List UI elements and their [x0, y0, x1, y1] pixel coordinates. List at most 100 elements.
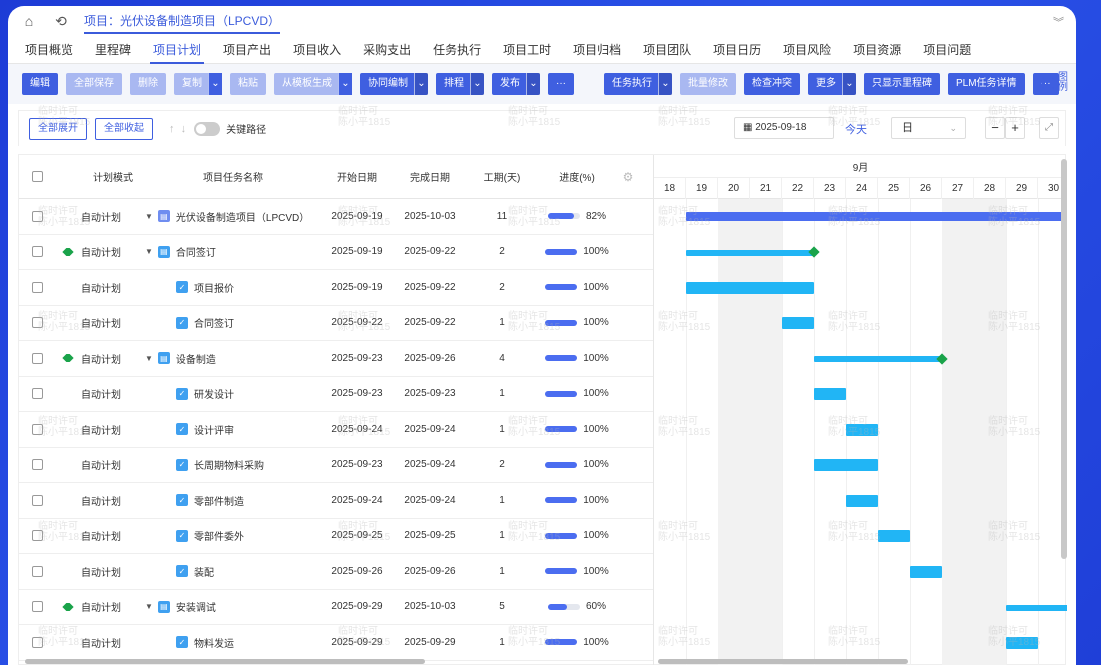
check-conflict-button[interactable]: 检查冲突	[744, 73, 800, 95]
task-exec-button[interactable]: 任务执行 ⌄	[604, 73, 672, 95]
col-header-duration[interactable]: 工期(天)	[467, 155, 537, 198]
table-row[interactable]: 自动计划 ✓ 长周期物料采购 2025-09-23 2025-09-24 2 100%	[19, 448, 653, 483]
expand-all-button[interactable]: 全部展开	[29, 117, 87, 140]
table-row[interactable]: 自动计划 ▼ ▤ 合同签订 2025-09-19 2025-09-22 2 100%	[19, 235, 653, 270]
tab-7[interactable]: 项目工时	[492, 36, 562, 64]
row-checkbox[interactable]	[19, 565, 55, 577]
col-header-progress[interactable]: 进度(%)	[537, 155, 617, 198]
select-all-checkbox[interactable]	[19, 155, 55, 198]
chevron-down-icon[interactable]: ⌄	[658, 73, 672, 95]
table-row[interactable]: 自动计划 ▼ ▤ 设备制造 2025-09-23 2025-09-26 4 100%	[19, 341, 653, 377]
task-name-cell[interactable]: ✓ 零部件制造	[145, 493, 321, 508]
task-name-cell[interactable]: ✓ 物料发运	[145, 635, 321, 650]
chevron-down-icon[interactable]: ⌄	[842, 73, 856, 95]
task-name-cell[interactable]: ✓ 研发设计	[145, 386, 321, 401]
table-row[interactable]: 自动计划 ✓ 装配 2025-09-26 2025-09-26 1 100%	[19, 554, 653, 590]
task-name-cell[interactable]: ▼ ▤ 光伏设备制造项目（LPCVD）	[145, 209, 321, 224]
table-row[interactable]: 自动计划 ✓ 零部件委外 2025-09-25 2025-09-25 1 100%	[19, 519, 653, 554]
zoom-in-button[interactable]: +	[1005, 117, 1025, 139]
schedule-button[interactable]: 排程 ⌄	[436, 73, 484, 95]
gantt-bar[interactable]	[814, 356, 942, 363]
tab-11[interactable]: 项目风险	[772, 36, 842, 64]
row-checkbox[interactable]	[19, 210, 55, 222]
task-name-cell[interactable]: ✓ 零部件委外	[145, 528, 321, 543]
row-checkbox[interactable]	[19, 388, 55, 400]
legend-button[interactable]: 图例	[1042, 73, 1068, 93]
table-row[interactable]: 自动计划 ✓ 物料发运 2025-09-29 2025-09-29 1 100%	[19, 625, 653, 661]
chevron-down-icon[interactable]: ⌄	[414, 73, 428, 95]
move-up-down-icon[interactable]: ↑ ↓	[169, 123, 186, 135]
col-header-start[interactable]: 开始日期	[321, 155, 393, 198]
row-checkbox[interactable]	[19, 530, 55, 542]
only-milestone-button[interactable]: 只显示里程碑	[864, 73, 940, 95]
tab-8[interactable]: 项目归档	[562, 36, 632, 64]
gantt-bar[interactable]	[686, 249, 814, 256]
chevron-down-icon[interactable]: ⌄	[526, 73, 540, 95]
chevron-down-icon[interactable]: ⌄	[338, 73, 352, 95]
home-icon[interactable]: ⌂	[20, 12, 38, 30]
gantt-bar[interactable]	[686, 281, 814, 294]
chevron-down-icon[interactable]: ⌄	[470, 73, 484, 95]
gantt-bar[interactable]	[1006, 604, 1067, 611]
row-checkbox[interactable]	[19, 423, 55, 435]
row-checkbox[interactable]	[19, 459, 55, 471]
row-checkbox[interactable]	[19, 494, 55, 506]
tab-3[interactable]: 项目产出	[212, 36, 282, 64]
table-row[interactable]: 自动计划 ▼ ▤ 安装调试 2025-09-29 2025-10-03 5 60%	[19, 590, 653, 625]
task-name-cell[interactable]: ✓ 长周期物料采购	[145, 457, 321, 472]
row-checkbox[interactable]	[19, 601, 55, 613]
collapse-all-button[interactable]: 全部收起	[95, 117, 153, 140]
task-name-cell[interactable]: ✓ 设计评审	[145, 422, 321, 437]
plm-detail-button[interactable]: PLM任务详情	[948, 73, 1025, 95]
tab-13[interactable]: 项目问题	[912, 36, 982, 64]
tab-10[interactable]: 项目日历	[702, 36, 772, 64]
table-row[interactable]: 自动计划 ✓ 合同签订 2025-09-22 2025-09-22 1 100%	[19, 306, 653, 341]
edit-button[interactable]: 编辑	[22, 73, 58, 95]
table-row[interactable]: 自动计划 ✓ 项目报价 2025-09-19 2025-09-22 2 100%	[19, 270, 653, 306]
gantt-bar[interactable]	[814, 459, 878, 472]
row-checkbox[interactable]	[19, 281, 55, 293]
scale-select[interactable]: 日 ⌄	[891, 117, 966, 139]
copy-button[interactable]: 复制 ⌄	[174, 73, 222, 95]
task-name-cell[interactable]: ▼ ▤ 设备制造	[145, 351, 321, 366]
gantt-bar[interactable]	[814, 388, 846, 401]
gantt-bar[interactable]	[782, 317, 814, 330]
tab-6[interactable]: 任务执行	[422, 36, 492, 64]
table-row[interactable]: 自动计划 ✓ 零部件制造 2025-09-24 2025-09-24 1 100%	[19, 483, 653, 519]
gantt-milestone-diamond[interactable]	[808, 246, 820, 258]
row-checkbox[interactable]	[19, 246, 55, 258]
fullscreen-icon[interactable]: ⤢	[1039, 117, 1059, 139]
project-title-tab[interactable]: 项目：光伏设备制造项目（LPCVD）	[84, 12, 281, 34]
gantt-vscroll[interactable]	[1061, 159, 1067, 559]
row-checkbox[interactable]	[19, 636, 55, 648]
gantt-bar[interactable]	[846, 494, 878, 507]
row-checkbox[interactable]	[19, 317, 55, 329]
table-row[interactable]: 自动计划 ✓ 设计评审 2025-09-24 2025-09-24 1 100%	[19, 412, 653, 448]
gantt-bar[interactable]	[846, 423, 878, 436]
table-row[interactable]: 自动计划 ✓ 研发设计 2025-09-23 2025-09-23 1 100%	[19, 377, 653, 412]
gantt-hscroll[interactable]	[658, 659, 908, 664]
task-name-cell[interactable]: ▼ ▤ 合同签订	[145, 244, 321, 259]
tab-4[interactable]: 项目收入	[282, 36, 352, 64]
coedit-button[interactable]: 协同编制 ⌄	[360, 73, 428, 95]
from-template-button[interactable]: 从模板生成 ⌄	[274, 73, 352, 95]
tab-2[interactable]: 项目计划	[142, 36, 212, 64]
expand-triangle-icon[interactable]: ▼	[145, 602, 153, 611]
chevron-down-icon[interactable]: ⌄	[208, 73, 222, 95]
col-header-name[interactable]: 项目任务名称	[145, 155, 321, 198]
tab-0[interactable]: 项目概览	[14, 36, 84, 64]
col-header-end[interactable]: 完成日期	[393, 155, 467, 198]
gantt-bar[interactable]	[878, 530, 910, 543]
gantt-bar[interactable]	[686, 212, 1067, 222]
expand-triangle-icon[interactable]: ▼	[145, 247, 153, 256]
row-checkbox[interactable]	[19, 352, 55, 364]
save-all-button[interactable]: 全部保存	[66, 73, 122, 95]
tab-9[interactable]: 项目团队	[632, 36, 702, 64]
tab-1[interactable]: 里程碑	[84, 36, 142, 64]
settings-gear-icon[interactable]: ⚙	[617, 155, 639, 198]
delete-button[interactable]: 删除	[130, 73, 166, 95]
task-name-cell[interactable]: ✓ 合同签订	[145, 315, 321, 330]
table-hscroll[interactable]	[25, 659, 425, 664]
more-dots-button[interactable]: ···	[548, 73, 574, 95]
tab-5[interactable]: 采购支出	[352, 36, 422, 64]
